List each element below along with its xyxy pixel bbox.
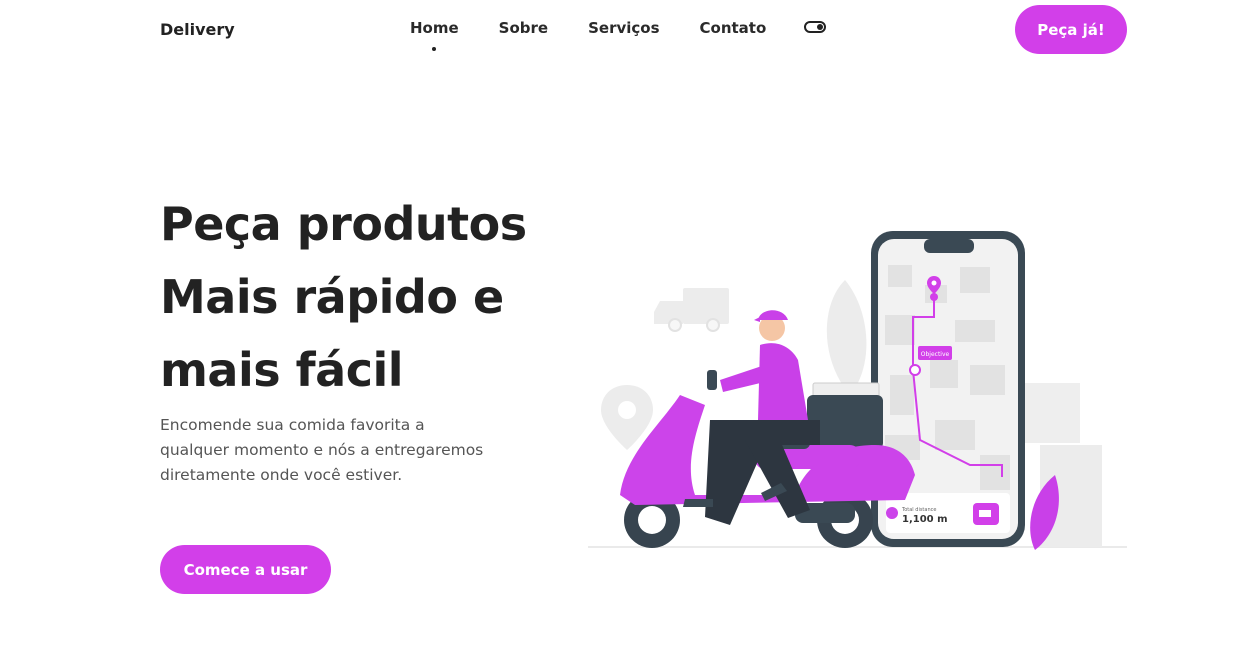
logo[interactable]: Delivery [160,20,235,39]
get-started-button[interactable]: Comece a usar [160,545,331,594]
order-now-button[interactable]: Peça já! [1015,5,1127,54]
hero-description: Encomende sua comida favorita a qualquer… [160,416,484,484]
hero-title-line-3: mais fácil [160,343,404,397]
scooter-illustration [620,310,915,548]
distance-caption: Total distance [901,507,936,513]
theme-toggle-icon[interactable] [804,21,826,33]
toggle-knob [817,24,823,30]
nav-home[interactable]: Home [410,19,459,51]
map-label: Objective [921,351,950,358]
box-decoration [1020,383,1080,443]
site-header: Delivery Home Sobre Serviços Contato Peç… [0,0,1260,60]
location-pin-center [618,401,636,419]
nav-contato[interactable]: Contato [700,19,767,37]
main-nav: Home Sobre Serviços Contato [410,19,806,51]
nav-servicos[interactable]: Serviços [588,19,659,37]
hero-title-line-2: Mais rápido e [160,270,504,324]
nav-sobre[interactable]: Sobre [499,19,548,37]
hero-title: Peça produtos Mais rápido e mais fácil [160,188,580,407]
distance-value: 1,100 m [902,514,948,525]
leaf-decoration [826,280,867,395]
truck-icon [654,288,729,332]
delivery-illustration: Objective Total distance 1,100 m [588,231,1127,550]
hero-title-line-1: Peça produtos [160,197,527,251]
